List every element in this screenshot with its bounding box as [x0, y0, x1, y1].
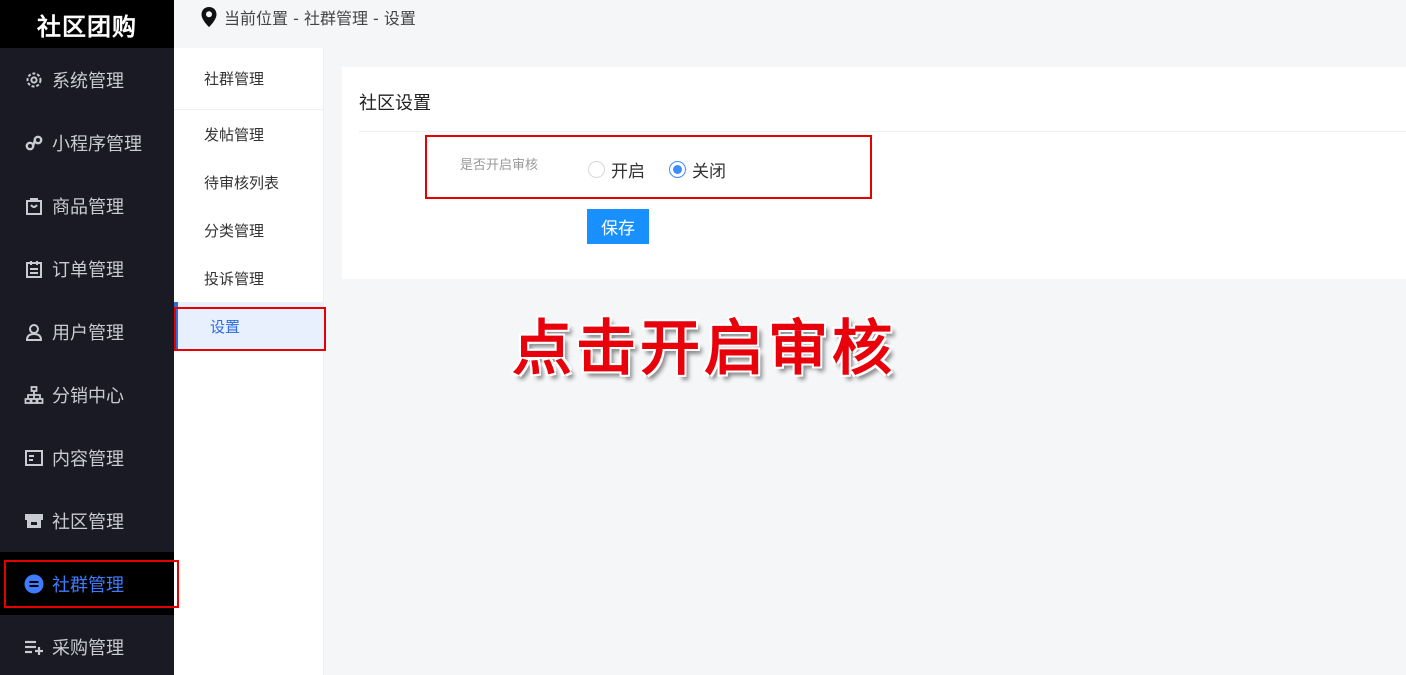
save-button[interactable]: 保存 — [587, 209, 649, 244]
sidebar-item-label: 小程序管理 — [52, 133, 142, 155]
user-icon — [24, 322, 44, 342]
brand-logo: 社区团购 — [0, 0, 174, 48]
page-title: 社区设置 — [359, 93, 431, 114]
annotation-box-group-menu — [4, 560, 179, 608]
sidebar-item-distribution[interactable]: 分销中心 — [0, 363, 174, 426]
sidebar-item-label: 用户管理 — [52, 322, 124, 344]
breadcrumb-text: 当前位置 - 社群管理 - 设置 — [224, 9, 416, 28]
list-add-icon — [24, 637, 44, 657]
submenu-item-complaints[interactable]: 投诉管理 — [174, 254, 323, 302]
shopping-bag-icon — [24, 196, 44, 216]
annotation-callout: 点击开启审核 — [512, 314, 896, 384]
gear-icon — [24, 70, 44, 90]
org-chart-icon — [24, 385, 44, 405]
sidebar-item-users[interactable]: 用户管理 — [0, 300, 174, 363]
sidebar-item-purchase[interactable]: 采购管理 — [0, 615, 174, 675]
annotation-box-settings-menu — [174, 307, 326, 351]
annotation-box-review-toggle — [425, 135, 872, 199]
sidebar-item-label: 系统管理 — [52, 70, 124, 92]
submenu-item-pending-review[interactable]: 待审核列表 — [174, 158, 323, 206]
sidebar-item-system[interactable]: 系统管理 — [0, 48, 174, 111]
miniprogram-icon — [24, 133, 44, 153]
sidebar-item-community[interactable]: 社区管理 — [0, 489, 174, 552]
location-pin-icon — [201, 7, 217, 27]
content-icon — [24, 448, 44, 468]
sidebar-item-label: 订单管理 — [52, 259, 124, 281]
sidebar-item-label: 社区管理 — [52, 511, 124, 533]
submenu: 社群管理 发帖管理 待审核列表 分类管理 投诉管理 设置 — [174, 48, 324, 675]
sidebar-item-label: 分销中心 — [52, 385, 124, 407]
submenu-item-categories[interactable]: 分类管理 — [174, 206, 323, 254]
store-icon — [24, 511, 44, 531]
clipboard-icon — [24, 259, 44, 279]
breadcrumb: 当前位置 - 社群管理 - 设置 — [174, 0, 1406, 48]
submenu-title: 社群管理 — [174, 48, 323, 110]
sidebar-item-orders[interactable]: 订单管理 — [0, 237, 174, 300]
sidebar-item-miniprogram[interactable]: 小程序管理 — [0, 111, 174, 174]
sidebar-item-label: 内容管理 — [52, 448, 124, 470]
sidebar-item-label: 商品管理 — [52, 196, 124, 218]
sidebar-item-label: 采购管理 — [52, 637, 124, 659]
sidebar-item-content[interactable]: 内容管理 — [0, 426, 174, 489]
divider — [359, 131, 1406, 132]
sidebar-item-products[interactable]: 商品管理 — [0, 174, 174, 237]
submenu-item-posts[interactable]: 发帖管理 — [174, 110, 323, 158]
